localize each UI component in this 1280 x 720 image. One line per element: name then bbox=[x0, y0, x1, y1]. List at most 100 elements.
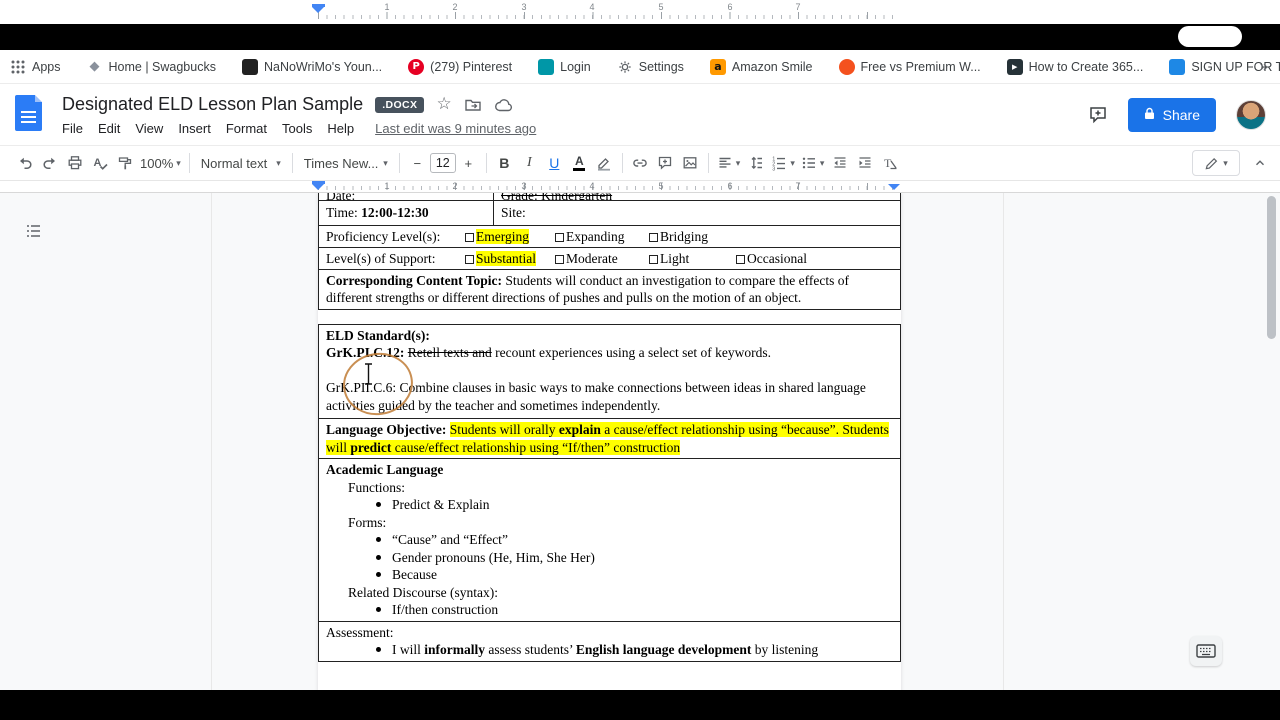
bookmark-how-to-create[interactable]: ▶ How to Create 365... bbox=[1006, 58, 1143, 75]
share-button[interactable]: Share bbox=[1127, 98, 1216, 132]
date-cell: Date: bbox=[319, 193, 493, 200]
text-color-button[interactable]: A bbox=[567, 150, 592, 176]
support-label: Level(s) of Support: bbox=[326, 250, 436, 266]
apps-label: Apps bbox=[32, 59, 61, 74]
undo-button[interactable] bbox=[12, 150, 37, 176]
input-tools-button[interactable] bbox=[1190, 636, 1222, 666]
site-cell: Site: bbox=[493, 201, 900, 225]
table-row-date-grade: Date: Grade: Kindergarten bbox=[319, 193, 900, 201]
svg-text:3: 3 bbox=[773, 166, 776, 171]
menu-format[interactable]: Format bbox=[226, 121, 267, 136]
vertical-scrollbar-thumb[interactable] bbox=[1267, 196, 1276, 339]
spell-check-button[interactable]: A bbox=[87, 150, 112, 176]
apps-button[interactable]: Apps bbox=[10, 59, 61, 75]
bulleted-list-button[interactable]: ▾ bbox=[798, 150, 828, 176]
font-value: Times New... bbox=[303, 155, 379, 171]
star-icon[interactable]: ☆ bbox=[436, 96, 451, 113]
document-title[interactable]: Designated ELD Lesson Plan Sample bbox=[62, 94, 363, 115]
share-label: Share bbox=[1162, 107, 1200, 123]
indent-marker-left[interactable] bbox=[312, 181, 325, 190]
generic-favicon bbox=[838, 58, 855, 75]
paragraph-style-select[interactable]: Normal text ▾ bbox=[195, 150, 287, 176]
top-black-bar bbox=[0, 24, 1280, 50]
apps-grid-icon bbox=[10, 59, 26, 75]
file-type-badge: .DOCX bbox=[375, 96, 425, 113]
docs-app-icon[interactable] bbox=[15, 95, 42, 131]
clear-formatting-button[interactable]: T bbox=[877, 150, 902, 176]
menu-help[interactable]: Help bbox=[327, 121, 354, 136]
line-spacing-button[interactable] bbox=[743, 150, 768, 176]
video-overlay-pill bbox=[1178, 26, 1242, 47]
paint-format-button[interactable] bbox=[112, 150, 137, 176]
bold-button[interactable]: B bbox=[492, 150, 517, 176]
bullet-icon bbox=[376, 502, 381, 507]
objective-text: Students will orally bbox=[449, 422, 559, 437]
avatar[interactable] bbox=[1236, 100, 1266, 130]
chevron-down-icon: ▾ bbox=[276, 157, 281, 168]
time-cell: Time: 12:00-12:30 bbox=[319, 201, 493, 225]
insert-link-button[interactable] bbox=[628, 150, 653, 176]
comment-history-icon[interactable] bbox=[1088, 105, 1108, 125]
add-comment-button[interactable] bbox=[653, 150, 678, 176]
move-folder-icon[interactable] bbox=[464, 96, 482, 114]
font-size-decrease-button[interactable]: − bbox=[405, 150, 430, 176]
bookmarks-overflow-icon[interactable]: » bbox=[1260, 58, 1268, 75]
toolbar-separator bbox=[485, 153, 487, 173]
increase-indent-button[interactable] bbox=[852, 150, 877, 176]
menu-edit[interactable]: Edit bbox=[98, 121, 120, 136]
italic-button[interactable]: I bbox=[517, 150, 542, 176]
decrease-indent-button[interactable] bbox=[827, 150, 852, 176]
editing-mode-select[interactable]: ▾ bbox=[1192, 150, 1240, 176]
bookmark-swagbucks[interactable]: ◆ Home | Swagbucks bbox=[87, 59, 216, 75]
highlight-color-button[interactable] bbox=[592, 150, 617, 176]
cloud-saved-icon[interactable] bbox=[494, 97, 514, 113]
discourse-label: Related Discourse (syntax): bbox=[348, 584, 498, 600]
font-select[interactable]: Times New... ▾ bbox=[298, 150, 394, 176]
numbered-list-button[interactable]: 123 ▾ bbox=[768, 150, 798, 176]
underline-button[interactable]: U bbox=[542, 150, 567, 176]
ruler-number: 2 bbox=[452, 2, 458, 12]
bookmark-nanowrimo[interactable]: NaNoWriMo's Youn... bbox=[241, 58, 383, 75]
content-topic-label: Corresponding Content Topic: bbox=[326, 272, 506, 288]
list-item: I will informally assess students’ Engli… bbox=[326, 641, 893, 659]
checkbox-icon bbox=[649, 254, 658, 264]
checkbox-icon bbox=[465, 232, 474, 242]
redo-button[interactable] bbox=[37, 150, 62, 176]
bookmark-pinterest[interactable]: P (279) Pinterest bbox=[408, 58, 512, 75]
indent-marker-right[interactable] bbox=[888, 184, 900, 190]
swagbucks-favicon: ◆ bbox=[89, 59, 100, 74]
bookmark-amazon-smile[interactable]: a Amazon Smile bbox=[709, 58, 813, 75]
bookmark-label: Home | Swagbucks bbox=[108, 59, 216, 74]
menu-tools[interactable]: Tools bbox=[282, 121, 312, 136]
std2-rest: Combine clauses in basic ways to make co… bbox=[326, 380, 866, 413]
list-item: “Cause” and “Effect” bbox=[326, 531, 893, 549]
print-button[interactable] bbox=[62, 150, 87, 176]
list-item-text: Gender pronouns (He, Him, She Her) bbox=[392, 549, 595, 565]
amazon-favicon: a bbox=[709, 58, 726, 75]
ruler-inch-ticks bbox=[318, 12, 901, 19]
indent-marker-left[interactable] bbox=[312, 4, 325, 13]
font-size-input[interactable]: 12 bbox=[429, 153, 456, 173]
font-size-increase-button[interactable]: + bbox=[456, 150, 481, 176]
menu-view[interactable]: View bbox=[135, 121, 163, 136]
pinterest-favicon: P bbox=[408, 58, 425, 75]
list-item-text: If/then construction bbox=[392, 602, 499, 617]
screen: 1 2 3 4 5 6 7 Apps ◆ Home | Swagbucks Na… bbox=[0, 0, 1280, 720]
option-text: Expanding bbox=[566, 228, 625, 244]
bookmark-settings[interactable]: Settings bbox=[617, 59, 684, 75]
bookmark-login[interactable]: Login bbox=[538, 58, 591, 75]
insert-image-button[interactable] bbox=[678, 150, 703, 176]
last-edit-link[interactable]: Last edit was 9 minutes ago bbox=[375, 121, 536, 136]
bookmark-free-vs-premium[interactable]: Free vs Premium W... bbox=[838, 58, 981, 75]
show-outline-button[interactable] bbox=[23, 220, 45, 242]
grade-cell: Grade: Kindergarten bbox=[493, 193, 900, 200]
bookmark-label: NaNoWriMo's Youn... bbox=[263, 59, 383, 74]
assessment-text: assess students’ bbox=[485, 642, 576, 657]
menu-file[interactable]: File bbox=[62, 121, 83, 136]
collapse-toolbar-button[interactable] bbox=[1247, 150, 1272, 176]
document-page[interactable]: Date: Grade: Kindergarten Time: 12:00-12… bbox=[318, 193, 901, 720]
table-row-academic-language: Academic Language Functions: Predict & E… bbox=[319, 459, 900, 622]
align-select[interactable]: ▾ bbox=[714, 150, 744, 176]
menu-insert[interactable]: Insert bbox=[178, 121, 211, 136]
zoom-select[interactable]: 100% ▾ bbox=[137, 150, 184, 176]
